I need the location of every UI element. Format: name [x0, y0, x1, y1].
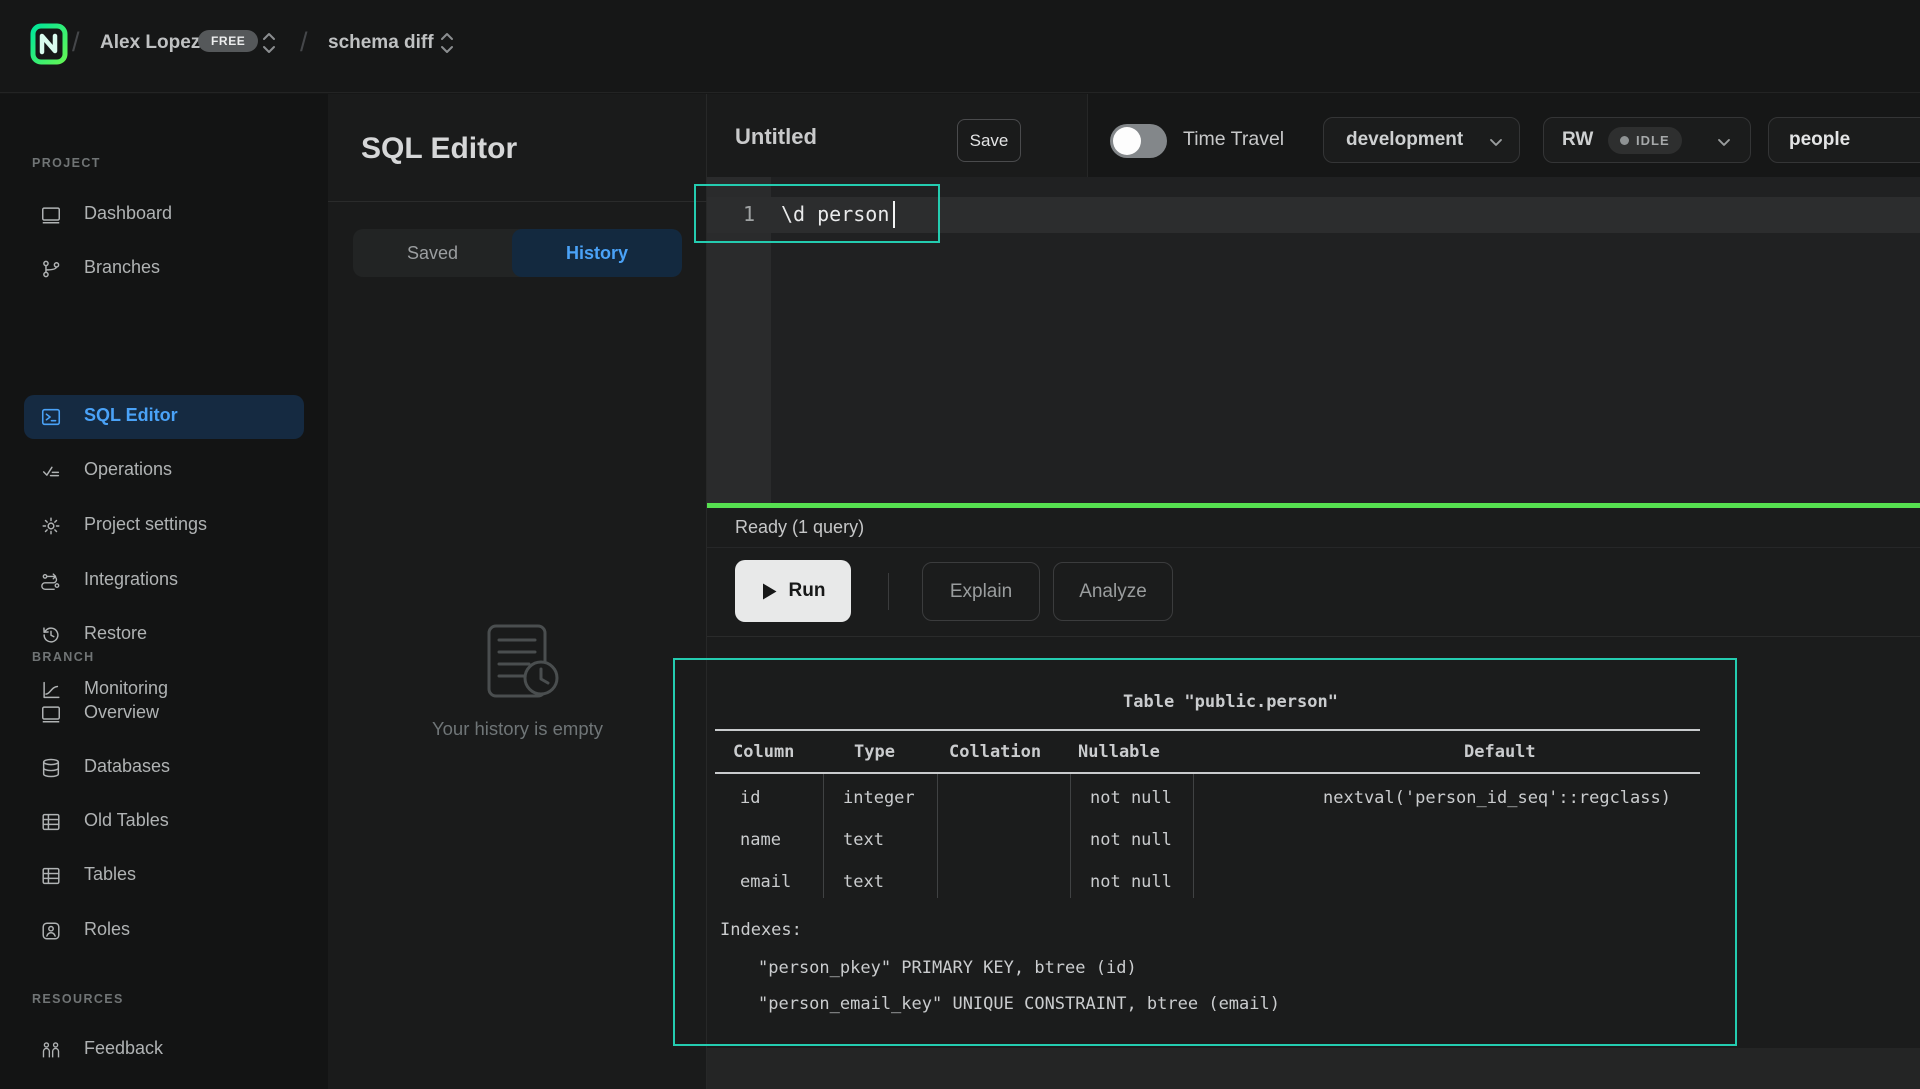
tab-saved[interactable]: Saved: [353, 229, 512, 277]
compute-status-badge: IDLE: [1608, 127, 1682, 154]
sidebar-item-label: Branches: [84, 257, 160, 278]
sidebar-item-label: Tables: [84, 864, 136, 885]
save-button[interactable]: Save: [957, 119, 1021, 162]
database-select-value: people: [1789, 129, 1850, 151]
sidebar-item-sql-editor[interactable]: SQL Editor: [24, 395, 304, 439]
compute-select[interactable]: RW IDLE: [1543, 117, 1751, 163]
query-tab-title[interactable]: Untitled: [735, 124, 817, 150]
results-scrollbar-track[interactable]: [707, 1048, 1920, 1089]
time-travel-toggle[interactable]: [1110, 124, 1167, 158]
play-icon: [761, 582, 778, 601]
sidebar-item-label: Operations: [84, 459, 172, 480]
sidebar-item-label: Feedback: [84, 1038, 163, 1059]
sidebar-item-operations[interactable]: Operations: [0, 449, 328, 493]
annotation-box-query: [694, 184, 940, 243]
feedback-people-icon: [40, 1039, 62, 1061]
annotation-box-results: [673, 658, 1737, 1046]
database-select[interactable]: people: [1768, 117, 1920, 163]
integrations-icon: [40, 570, 62, 592]
sidebar-item-tables[interactable]: Tables: [0, 854, 328, 898]
roles-icon: [40, 920, 62, 942]
sidebar-item-label: SQL Editor: [84, 405, 178, 426]
tab-history[interactable]: History: [512, 229, 682, 277]
sidebar-item-label: Project settings: [84, 514, 207, 535]
sidebar: PROJECT Dashboard Branches SQL: [0, 94, 328, 1089]
run-button[interactable]: Run: [735, 560, 851, 622]
editor-toolbar: Untitled Save: [707, 94, 1087, 177]
sidebar-section-resources: RESOURCES: [32, 992, 124, 1006]
saved-history-tabs: Saved History: [353, 229, 682, 277]
overview-icon: [40, 703, 62, 725]
project-switcher-chevrons-icon[interactable]: [438, 30, 456, 56]
history-empty-text: Your history is empty: [328, 718, 707, 740]
sidebar-item-label: Databases: [84, 756, 170, 777]
database-icon: [40, 757, 62, 779]
panel-title: SQL Editor: [361, 132, 517, 166]
status-text: Ready (1 query): [735, 517, 864, 538]
table-icon: [40, 811, 62, 833]
toggle-knob: [1113, 127, 1141, 155]
sidebar-item-label: Overview: [84, 702, 159, 723]
sidebar-item-project-settings[interactable]: Project settings: [0, 504, 328, 548]
neon-logo-icon[interactable]: [30, 23, 68, 65]
breadcrumb-project[interactable]: schema diff: [328, 32, 434, 54]
sidebar-item-label: Restore: [84, 623, 147, 644]
sql-editor-panel: SQL Editor Saved History Your history is…: [328, 94, 707, 1089]
sidebar-item-label: Integrations: [84, 569, 178, 590]
analyze-button[interactable]: Analyze: [1053, 562, 1173, 621]
dashboard-icon: [40, 204, 62, 226]
top-bar: / Alex Lopez FREE / schema diff: [0, 0, 1920, 93]
sidebar-item-roles[interactable]: Roles: [0, 909, 328, 953]
plan-badge: FREE: [198, 30, 258, 52]
sidebar-item-label: Old Tables: [84, 810, 169, 831]
divider: [1087, 94, 1088, 177]
gear-icon: [40, 515, 62, 537]
sidebar-item-branches[interactable]: Branches: [0, 247, 328, 291]
sidebar-item-old-tables[interactable]: Old Tables: [0, 800, 328, 844]
sidebar-section-project: PROJECT: [32, 156, 101, 170]
history-empty-icon: [475, 622, 567, 708]
branches-icon: [40, 258, 62, 280]
sidebar-item-dashboard[interactable]: Dashboard: [0, 193, 328, 237]
sql-editor-icon: [40, 406, 62, 428]
neon-console: / Alex Lopez FREE / schema diff PROJECT …: [0, 0, 1920, 1089]
breadcrumb-org[interactable]: Alex Lopez: [100, 32, 200, 54]
compute-role: RW: [1562, 129, 1593, 151]
sidebar-section-branch: BRANCH: [32, 650, 95, 664]
org-switcher-chevrons-icon[interactable]: [260, 30, 278, 56]
compute-status-text: IDLE: [1636, 133, 1670, 148]
divider: [888, 573, 889, 610]
chevron-down-icon: [1714, 132, 1734, 152]
branch-select[interactable]: development: [1323, 117, 1520, 163]
run-label: Run: [789, 580, 826, 602]
sidebar-item-label: Dashboard: [84, 203, 172, 224]
restore-clock-icon: [40, 624, 62, 646]
sidebar-item-integrations[interactable]: Integrations: [0, 559, 328, 603]
operations-icon: [40, 460, 62, 482]
table-icon: [40, 865, 62, 887]
actions-bar: Run Explain Analyze: [707, 548, 1920, 637]
time-travel-label: Time Travel: [1183, 128, 1284, 151]
sidebar-item-databases[interactable]: Databases: [0, 746, 328, 790]
breadcrumb-slash: /: [72, 27, 80, 58]
sidebar-item-feedback[interactable]: Feedback: [0, 1028, 328, 1072]
status-dot-icon: [1620, 136, 1629, 145]
chevron-down-icon: [1486, 132, 1506, 152]
breadcrumb-slash: /: [300, 27, 308, 58]
sidebar-item-overview[interactable]: Overview: [0, 692, 328, 736]
explain-button[interactable]: Explain: [922, 562, 1040, 621]
status-bar: Ready (1 query): [707, 508, 1920, 548]
divider: [328, 201, 707, 202]
branch-select-value: development: [1346, 129, 1463, 151]
sidebar-item-label: Roles: [84, 919, 130, 940]
